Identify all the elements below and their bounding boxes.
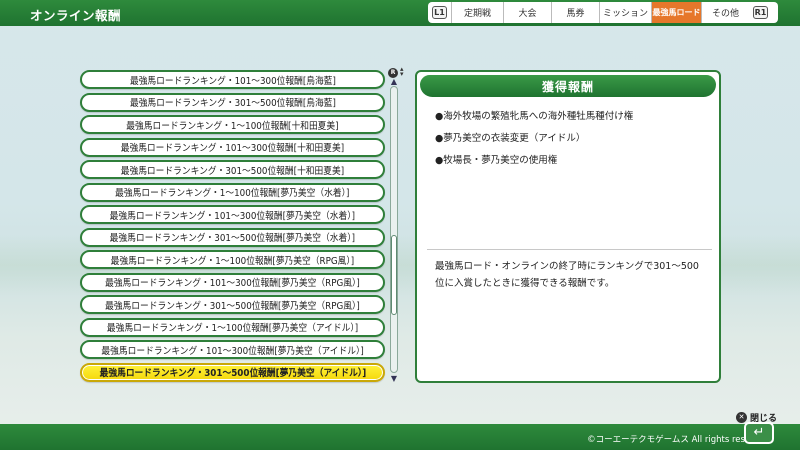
reward-item: ●牧場長・夢乃美空の使用権 [435, 155, 558, 166]
list-item-label: 最強馬ロードランキング・301～500位報酬[夢乃美空（水着）] [109, 233, 356, 244]
list-item[interactable]: 最強馬ロードランキング・101～300位報酬[夢乃美空（RPG風）] [80, 272, 385, 292]
list-item-label: 最強馬ロードランキング・101～300位報酬[夢乃美空（RPG風）] [105, 278, 360, 289]
list-item-label: 最強馬ロードランキング・1～100位報酬[夢乃美空（アイドル）] [106, 323, 359, 334]
list-item[interactable]: 最強馬ロードランキング・1～100位報酬[夢乃美空（アイドル）] [80, 317, 385, 337]
list-item-label: 最強馬ロードランキング・301～500位報酬[十和田夏美] [120, 165, 345, 177]
footer-bar: ©コーエーテクモゲームス All rights reserved. [0, 424, 800, 450]
scrollbar[interactable] [390, 86, 398, 373]
list-item[interactable]: 最強馬ロードランキング・101～300位報酬[十和田夏美] [80, 137, 385, 157]
list-item-label: 最強馬ロードランキング・101～300位報酬[十和田夏美] [120, 143, 345, 154]
scroll-up-arrow-icon[interactable]: ▲ [389, 77, 399, 86]
tab-mission[interactable]: ミッション [599, 2, 651, 23]
list-item-label: 最強馬ロードランキング・301～500位報酬[夢乃美空（RPG風）] [105, 300, 360, 312]
tab-strongest-horse-road[interactable]: 最強馬ロード [651, 2, 701, 23]
list-item[interactable]: 最強馬ロードランキング・1～100位報酬[夢乃美空（水着）] [80, 182, 385, 202]
list-item[interactable]: 最強馬ロードランキング・101～300位報酬[夢乃美空（アイドル）] [80, 340, 385, 359]
list-item[interactable]: 最強馬ロードランキング・1～100位報酬[十和田夏美] [80, 115, 385, 134]
list-item-label: 最強馬ロードランキング・1～100位報酬[十和田夏美] [126, 120, 339, 132]
scrollbar-thumb[interactable] [391, 235, 397, 315]
list-item-label: 最強馬ロードランキング・101～300位報酬[鳥海藍] [129, 75, 336, 87]
back-arrow-icon[interactable]: ↵ [744, 422, 774, 444]
r1-shoulder-icon[interactable]: R1 [753, 6, 768, 19]
list-item-label: 最強馬ロードランキング・1～100位報酬[夢乃美空（水着）] [115, 188, 350, 199]
list-item[interactable]: 最強馬ロードランキング・301～500位報酬[鳥海藍] [80, 92, 385, 112]
tab-regular-match[interactable]: 定期戦 [451, 2, 503, 23]
l1-shoulder-icon[interactable]: L1 [432, 6, 447, 19]
list-item-label: 最強馬ロードランキング・301～500位報酬[夢乃美空（アイドル）] [99, 368, 366, 379]
tab-betting[interactable]: 馬券 [551, 2, 599, 23]
list-item[interactable]: 最強馬ロードランキング・101～300位報酬[鳥海藍] [80, 70, 385, 89]
reward-detail-panel: 獲得報酬 ●海外牧場の繁殖牝馬への海外種牡馬種付け権 ●夢乃美空の衣装変更（アイ… [415, 70, 721, 383]
panel-divider [427, 249, 712, 250]
panel-title: 獲得報酬 [420, 75, 716, 97]
page-title: オンライン報酬 [30, 8, 122, 23]
reward-description: 最強馬ロード・オンラインの終了時にランキングで301～500位に入賞したときに獲… [435, 261, 699, 289]
tab-other[interactable]: その他 [701, 2, 749, 23]
list-item-label: 最強馬ロードランキング・101～300位報酬[夢乃美空（アイドル）] [101, 345, 364, 357]
list-item[interactable]: 最強馬ロードランキング・301～500位報酬[夢乃美空（RPG風）] [80, 295, 385, 314]
list-item[interactable]: 最強馬ロードランキング・1～100位報酬[夢乃美空（RPG風）] [80, 250, 385, 269]
list-item-label: 最強馬ロードランキング・101～300位報酬[夢乃美空（水着）] [109, 210, 356, 222]
list-item[interactable]: 最強馬ロードランキング・101～300位報酬[夢乃美空（水着）] [80, 205, 385, 224]
category-tab-bar: L1 定期戦 大会 馬券 ミッション 最強馬ロード その他 R1 [428, 2, 778, 23]
list-item[interactable]: 最強馬ロードランキング・301～500位報酬[十和田夏美] [80, 160, 385, 179]
list-item-label: 最強馬ロードランキング・1～100位報酬[夢乃美空（RPG風）] [110, 255, 355, 267]
reward-item: ●海外牧場の繁殖牝馬への海外種牡馬種付け権 [435, 111, 634, 122]
reward-item: ●夢乃美空の衣装変更（アイドル） [435, 133, 586, 144]
top-header-bar: オンライン報酬 L1 定期戦 大会 馬券 ミッション 最強馬ロード その他 R1 [0, 0, 800, 26]
list-item-label: 最強馬ロードランキング・301～500位報酬[鳥海藍] [129, 98, 336, 109]
list-item[interactable]: 最強馬ロードランキング・301～500位報酬[夢乃美空（水着）] [80, 227, 385, 247]
list-item-selected[interactable]: 最強馬ロードランキング・301～500位報酬[夢乃美空（アイドル）] [80, 362, 385, 382]
x-button-icon: ✕ [736, 412, 747, 423]
scroll-down-arrow-icon[interactable]: ▼ [389, 374, 399, 383]
tab-tournament[interactable]: 大会 [503, 2, 551, 23]
scroll-hint-icon: ▴ ▾ [400, 65, 404, 78]
